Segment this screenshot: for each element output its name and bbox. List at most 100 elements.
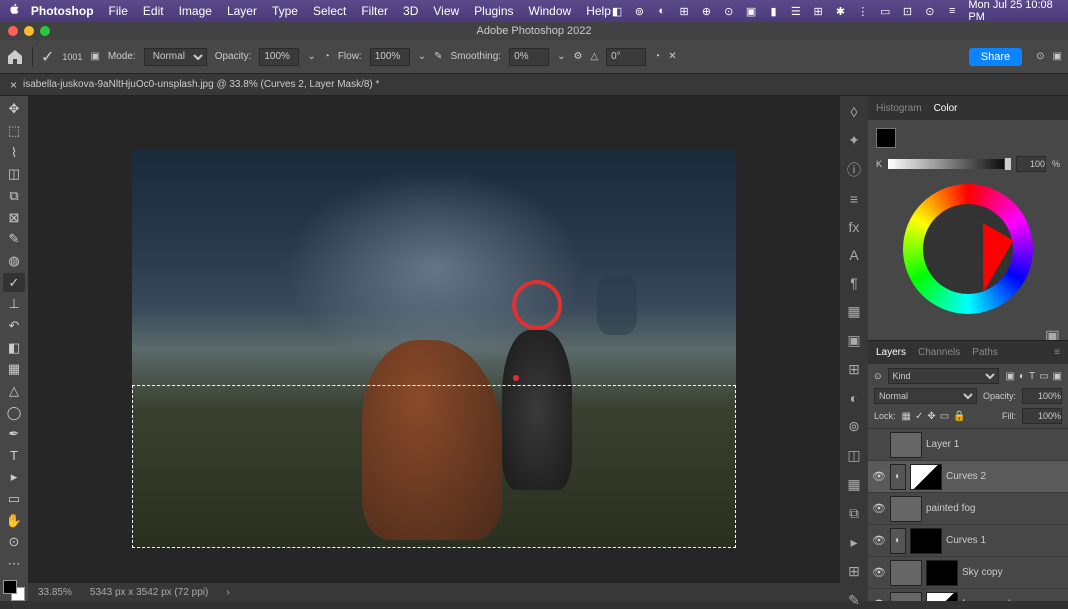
lock-artboard-icon[interactable]: ▭ — [940, 411, 949, 422]
menu-select[interactable]: Select — [313, 4, 346, 18]
filter-adjustment-icon[interactable]: ◐ — [1019, 371, 1025, 382]
filter-icon[interactable]: ⊙ — [874, 371, 882, 382]
status-icon[interactable]: ⊕ — [700, 4, 712, 18]
layer-row[interactable]: 👁 foreground — [868, 589, 1068, 601]
marquee-tool[interactable]: ⬚ — [3, 122, 25, 141]
layer-thumbnail[interactable] — [890, 592, 922, 602]
zoom-level[interactable]: 33.85% — [38, 587, 72, 598]
zoom-tool[interactable]: ⊙ — [3, 533, 25, 552]
status-icon[interactable]: ◐ — [656, 4, 668, 18]
menu-help[interactable]: Help — [586, 4, 611, 18]
share-button[interactable]: Share — [969, 48, 1022, 66]
wifi-icon[interactable]: ⋮ — [857, 4, 869, 18]
panel-icon[interactable]: ⓘ — [845, 161, 863, 179]
path-selection-tool[interactable]: ▸ — [3, 468, 25, 487]
panel-icon[interactable]: ≡ — [845, 191, 863, 207]
crop-tool[interactable]: ⧉ — [3, 187, 25, 206]
menu-plugins[interactable]: Plugins — [474, 4, 513, 18]
layer-row[interactable]: 👁 ◐ Curves 2 — [868, 461, 1068, 493]
brush-tool[interactable]: ✓ — [3, 273, 25, 292]
document-canvas[interactable] — [132, 150, 736, 548]
brush-preview-icon[interactable]: ✓ — [41, 47, 54, 67]
tab-histogram[interactable]: Histogram — [876, 103, 922, 114]
menu-view[interactable]: View — [433, 4, 459, 18]
status-icon[interactable]: ⊞ — [678, 4, 690, 18]
panel-icon[interactable]: ▣ — [845, 332, 863, 349]
panel-icon[interactable]: ¶ — [845, 275, 863, 291]
menu-filter[interactable]: Filter — [361, 4, 388, 18]
layer-mask-thumbnail[interactable] — [910, 528, 942, 554]
dropdown-icon[interactable]: ⌄ — [557, 51, 565, 62]
menu-3d[interactable]: 3D — [403, 4, 418, 18]
flow-input[interactable] — [370, 48, 410, 66]
document-info[interactable]: 5343 px x 3542 px (72 ppi) — [90, 587, 208, 598]
pen-tool[interactable]: ✒ — [3, 425, 25, 444]
close-window-button[interactable] — [8, 26, 18, 36]
foreground-color[interactable] — [3, 580, 17, 594]
layer-mask-thumbnail[interactable] — [926, 560, 958, 586]
layer-name[interactable]: Layer 1 — [926, 439, 959, 450]
opacity-input[interactable] — [259, 48, 299, 66]
tab-paths[interactable]: Paths — [972, 347, 998, 358]
panel-icon[interactable]: ⊞ — [845, 361, 863, 378]
k-slider-track[interactable] — [888, 159, 1010, 169]
dropdown-icon[interactable]: ⌄ — [418, 51, 426, 62]
apple-logo-icon[interactable] — [8, 3, 21, 19]
layer-filter-select[interactable]: Kind — [888, 368, 1000, 384]
dodge-tool[interactable]: ◯ — [3, 403, 25, 422]
status-icon[interactable]: ⊚ — [633, 4, 645, 18]
type-tool[interactable]: T — [3, 447, 25, 466]
panel-icon[interactable]: ▦ — [845, 303, 863, 320]
pressure-size-icon[interactable]: ◔ — [654, 51, 660, 62]
color-swatches[interactable] — [3, 580, 25, 601]
adjustment-icon[interactable]: ◐ — [890, 464, 906, 490]
menu-window[interactable]: Window — [529, 4, 572, 18]
panel-icon[interactable]: ✦ — [845, 132, 863, 149]
layer-row[interactable]: Layer 1 — [868, 429, 1068, 461]
move-tool[interactable]: ✥ — [3, 100, 25, 119]
clone-stamp-tool[interactable]: ⊥ — [3, 295, 25, 314]
tab-channels[interactable]: Channels — [918, 347, 960, 358]
panel-icon[interactable]: ◊ — [845, 104, 863, 120]
current-color-swatch[interactable] — [876, 128, 896, 148]
workspace-icon[interactable]: ▣ — [1053, 51, 1062, 62]
menu-type[interactable]: Type — [272, 4, 298, 18]
layer-thumbnail[interactable] — [890, 496, 922, 522]
panel-icon[interactable]: ⊞ — [845, 563, 863, 580]
mode-select[interactable]: Normal — [144, 48, 207, 66]
blur-tool[interactable]: △ — [3, 382, 25, 401]
brush-settings-icon[interactable]: ▣ — [90, 51, 99, 62]
lasso-tool[interactable]: ⌇ — [3, 143, 25, 162]
brush-size[interactable]: 1001 — [62, 52, 82, 62]
tab-close-icon[interactable]: × — [10, 78, 17, 92]
filter-smart-icon[interactable]: ▣ — [1053, 371, 1062, 382]
tab-layers[interactable]: Layers — [876, 347, 906, 358]
menu-file[interactable]: File — [109, 4, 128, 18]
lock-transparency-icon[interactable]: ▦ — [902, 411, 911, 422]
layer-fill-input[interactable] — [1022, 408, 1062, 424]
layer-thumbnail[interactable] — [890, 432, 922, 458]
panel-icon[interactable]: A — [845, 247, 863, 263]
layer-row[interactable]: 👁 painted fog — [868, 493, 1068, 525]
smoothing-settings-icon[interactable]: ⚙ — [573, 51, 582, 62]
visibility-toggle[interactable]: 👁 — [872, 566, 886, 579]
status-icon[interactable]: ▮ — [767, 4, 779, 18]
visibility-toggle[interactable]: 👁 — [872, 470, 886, 483]
frame-tool[interactable]: ⊠ — [3, 208, 25, 227]
maximize-window-button[interactable] — [40, 26, 50, 36]
angle-icon[interactable]: △ — [590, 51, 598, 62]
layer-mask-thumbnail[interactable] — [910, 464, 942, 490]
hand-tool[interactable]: ✋ — [3, 511, 25, 530]
angle-input[interactable] — [606, 48, 646, 66]
layer-thumbnail[interactable] — [890, 560, 922, 586]
panel-icon[interactable]: ▸ — [845, 534, 863, 551]
airbrush-icon[interactable]: ✎ — [434, 51, 442, 62]
edit-toolbar[interactable]: ⋯ — [3, 555, 25, 574]
symmetry-icon[interactable]: ✕ — [668, 51, 676, 62]
minimize-window-button[interactable] — [24, 26, 34, 36]
visibility-toggle[interactable]: 👁 — [872, 534, 886, 547]
menu-image[interactable]: Image — [179, 4, 212, 18]
panel-icon[interactable]: ▦ — [845, 476, 863, 493]
layer-name[interactable]: Sky copy — [962, 567, 1003, 578]
filter-shape-icon[interactable]: ▭ — [1039, 371, 1048, 382]
